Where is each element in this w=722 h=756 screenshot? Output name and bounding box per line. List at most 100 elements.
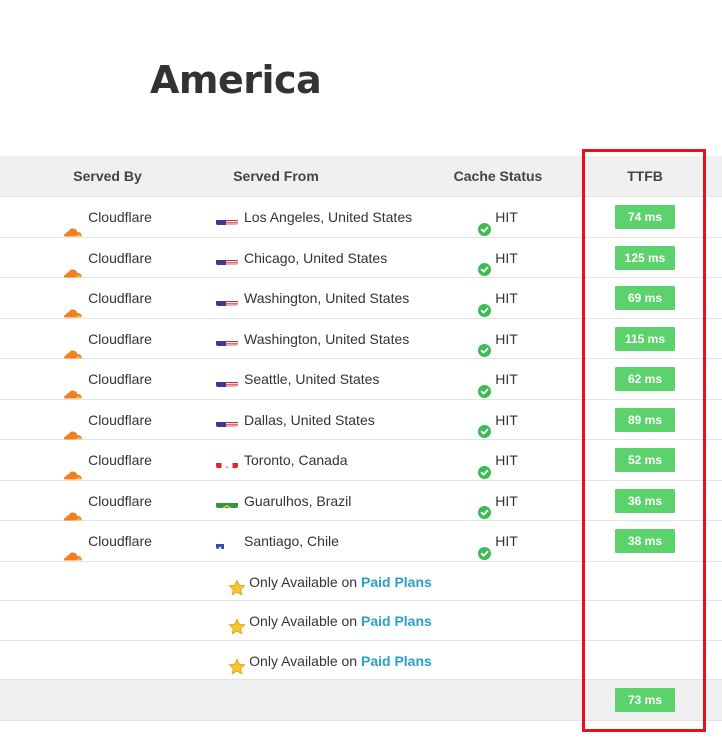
column-header-cache-status[interactable]: Cache Status — [448, 156, 548, 197]
ttfb-badge: 69 ms — [615, 286, 675, 311]
ttfb-badge: 62 ms — [615, 367, 675, 392]
table-row: Cloudflare Guarulhos, Brazil HIT 36 ms — [0, 481, 722, 521]
table-header: Served By Served From Cache Status TTFB — [0, 156, 722, 197]
provider-name: Cloudflare — [88, 330, 152, 347]
flag-cl-icon — [216, 534, 238, 549]
average-ttfb-badge: 73 ms — [615, 688, 675, 713]
ttfb-badge: 52 ms — [615, 448, 675, 473]
paid-plan-row: Only Available on Paid Plans — [0, 601, 722, 641]
paid-plans-link[interactable]: Paid Plans — [361, 574, 432, 590]
column-header-ttfb[interactable]: TTFB — [590, 156, 700, 197]
star-icon — [228, 651, 246, 675]
location-name: Seattle, United States — [244, 371, 380, 387]
check-circle-icon — [478, 454, 492, 479]
location-name: Los Angeles, United States — [244, 209, 413, 225]
provider-name: Cloudflare — [88, 452, 152, 468]
served-by-cell: Cloudflare — [40, 521, 175, 561]
ttfb-cell: 125 ms — [590, 238, 700, 278]
served-from-cell: Guarulhos, Brazil — [216, 481, 456, 521]
ttfb-cell: 69 ms — [590, 278, 700, 318]
ttfb-cell: 62 ms — [590, 359, 700, 399]
location-name: Toronto, Canada — [244, 452, 348, 468]
table-footer: 73 ms — [0, 680, 722, 721]
check-circle-icon — [478, 332, 492, 358]
ttfb-badge: 38 ms — [615, 529, 675, 554]
flag-us-icon — [216, 412, 238, 428]
check-circle-icon — [478, 413, 492, 439]
check-circle-icon — [478, 251, 492, 277]
provider-name: Cloudflare — [88, 411, 152, 428]
flag-us-icon — [216, 331, 238, 347]
served-by-cell: Cloudflare — [40, 400, 175, 440]
cloudflare-cloud-icon — [63, 253, 83, 278]
provider-name: Cloudflare — [88, 249, 152, 266]
location-name: Dallas, United States — [244, 411, 375, 428]
served-by-cell: Cloudflare — [40, 197, 175, 237]
ttfb-badge: 125 ms — [615, 245, 675, 270]
paid-plans-link[interactable]: Paid Plans — [361, 613, 432, 629]
cache-status-text: HIT — [495, 492, 518, 509]
flag-br-icon — [216, 493, 238, 509]
column-header-served-from[interactable]: Served From — [196, 156, 356, 197]
provider-name: Cloudflare — [88, 209, 152, 225]
paid-plan-row: Only Available on Paid Plans — [0, 641, 722, 681]
flag-us-icon — [216, 291, 238, 306]
column-header-served-by[interactable]: Served By — [40, 156, 175, 197]
average-ttfb: 73 ms — [590, 680, 700, 720]
ttfb-cell: 38 ms — [590, 521, 700, 561]
provider-name: Cloudflare — [88, 533, 152, 549]
table-row: Cloudflare Washington, United States HIT 69… — [0, 278, 722, 319]
table-row: Cloudflare Santiago, Chile HIT 38 ms — [0, 521, 722, 562]
cloudflare-cloud-icon — [63, 455, 83, 480]
cloudflare-cloud-icon — [63, 496, 83, 521]
paid-plan-notice: Only Available on Paid Plans — [0, 562, 660, 602]
paid-plans-link[interactable]: Paid Plans — [361, 653, 432, 669]
served-by-cell: Cloudflare — [40, 319, 175, 359]
star-icon — [228, 611, 246, 635]
served-from-cell: Chicago, United States — [216, 238, 456, 278]
table-row: Cloudflare Los Angeles, United States HIT 7… — [0, 197, 722, 238]
cache-status-text: HIT — [495, 290, 518, 306]
paid-plan-notice: Only Available on Paid Plans — [0, 601, 660, 641]
provider-name: Cloudflare — [88, 371, 152, 387]
provider-name: Cloudflare — [88, 492, 152, 509]
check-circle-icon — [478, 292, 492, 317]
ttfb-cell: 52 ms — [590, 440, 700, 480]
cache-status-text: HIT — [495, 209, 518, 225]
page-title: America — [150, 58, 322, 102]
served-from-cell: Santiago, Chile — [216, 521, 456, 561]
cache-status-cell: HIT — [448, 238, 548, 278]
location-name: Washington, United States — [244, 330, 410, 347]
check-circle-icon — [478, 373, 492, 398]
location-name: Santiago, Chile — [244, 533, 339, 549]
served-from-cell: Toronto, Canada — [216, 440, 456, 480]
paid-plan-notice: Only Available on Paid Plans — [0, 641, 660, 681]
cache-status-text: HIT — [495, 533, 518, 549]
cache-status-cell: HIT — [448, 319, 548, 359]
cloudflare-cloud-icon — [63, 293, 83, 318]
served-by-cell: Cloudflare — [40, 440, 175, 480]
star-icon — [228, 572, 246, 596]
flag-us-icon — [216, 372, 238, 387]
paid-plan-row: Only Available on Paid Plans — [0, 562, 722, 602]
cloudflare-cloud-icon — [63, 334, 83, 359]
served-by-cell: Cloudflare — [40, 238, 175, 278]
check-circle-icon — [478, 494, 492, 520]
location-name: Washington, United States — [244, 290, 410, 306]
cloudflare-cloud-icon — [63, 374, 83, 399]
ttfb-cell: 74 ms — [590, 197, 700, 237]
cache-status-cell: HIT — [448, 278, 548, 318]
served-from-cell: Seattle, United States — [216, 359, 456, 399]
ttfb-badge: 74 ms — [615, 205, 675, 230]
flag-ca-icon — [216, 453, 238, 468]
cloudflare-cloud-icon — [63, 415, 83, 440]
table-body: Cloudflare Los Angeles, United States HIT 7… — [0, 197, 722, 562]
ttfb-badge: 115 ms — [615, 326, 675, 351]
served-by-cell: Cloudflare — [40, 481, 175, 521]
cache-status-cell: HIT — [448, 521, 548, 561]
ttfb-cell: 115 ms — [590, 319, 700, 359]
check-circle-icon — [478, 211, 492, 236]
paid-plan-prefix: Only Available on — [249, 613, 358, 629]
location-name: Chicago, United States — [244, 249, 388, 266]
ttfb-badge: 36 ms — [615, 488, 675, 513]
